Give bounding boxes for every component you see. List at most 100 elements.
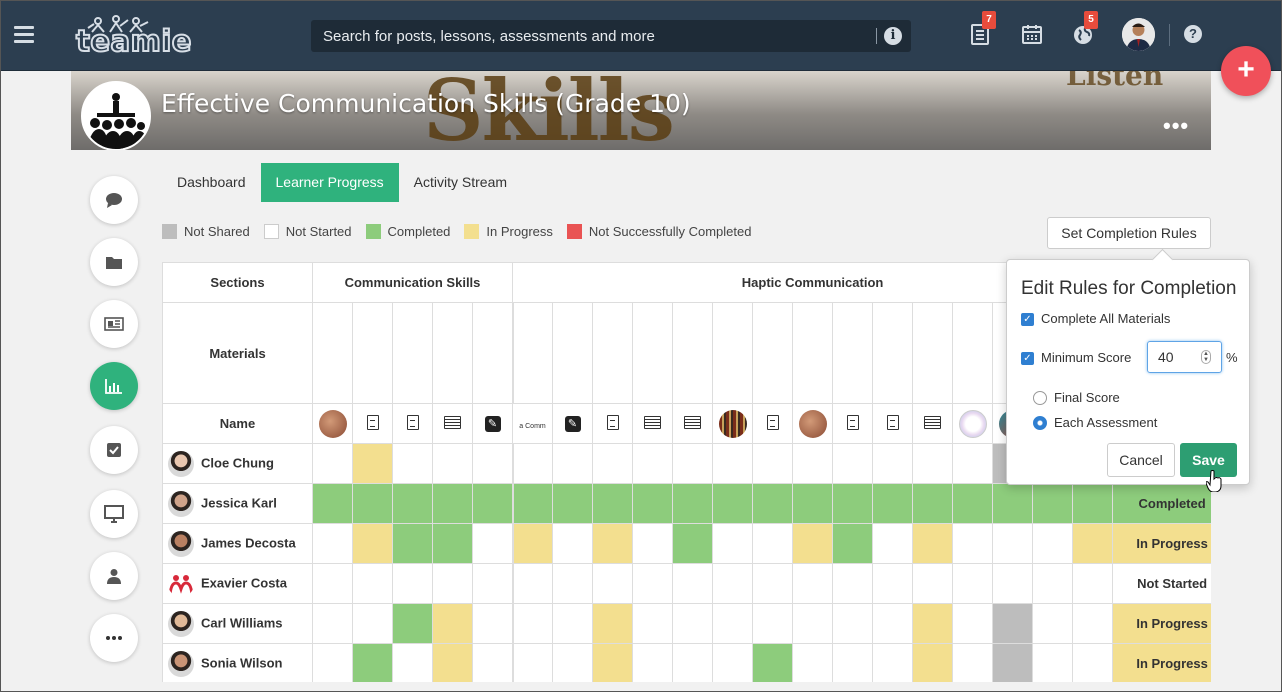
progress-cell[interactable] <box>632 603 674 644</box>
progress-cell[interactable] <box>512 563 554 604</box>
progress-cell[interactable] <box>792 563 834 604</box>
material-header[interactable]: Assignment - ... <box>592 302 634 404</box>
info-icon[interactable]: i <box>884 27 902 45</box>
progress-cell[interactable] <box>632 523 674 564</box>
section-communication-skills[interactable]: Communication Skills <box>311 262 514 303</box>
progress-cell[interactable] <box>632 483 674 524</box>
material-header[interactable]: Assignment - ... <box>392 302 433 404</box>
material-icon-cell[interactable] <box>952 403 994 444</box>
final-score-radio[interactable] <box>1033 391 1047 405</box>
material-icon-cell[interactable] <box>912 403 954 444</box>
cancel-button[interactable]: Cancel <box>1107 443 1175 477</box>
progress-cell[interactable] <box>792 443 834 484</box>
material-header[interactable]: Quiz - Non-ve... <box>432 302 473 404</box>
material-header[interactable]: Offline test ... <box>471 302 514 404</box>
progress-cell[interactable] <box>672 603 714 644</box>
material-icon-cell[interactable] <box>352 403 393 444</box>
progress-cell[interactable] <box>471 563 514 604</box>
progress-cell[interactable] <box>1032 643 1074 682</box>
progress-cell[interactable] <box>992 643 1034 682</box>
progress-cell[interactable] <box>632 443 674 484</box>
progress-cell[interactable] <box>792 603 834 644</box>
teamie-logo[interactable]: teamie <box>75 14 192 57</box>
progress-cell[interactable] <box>992 603 1034 644</box>
user-avatar[interactable] <box>1122 18 1155 51</box>
material-icon-cell[interactable] <box>392 403 433 444</box>
material-icon-cell[interactable] <box>792 403 834 444</box>
learner-name-cell[interactable]: Cloe Chung <box>162 443 313 484</box>
progress-cell[interactable] <box>632 643 674 682</box>
material-header[interactable]: Offline test - ... <box>552 302 594 404</box>
progress-cell[interactable] <box>592 523 634 564</box>
progress-cell[interactable] <box>512 443 554 484</box>
progress-cell[interactable] <box>592 643 634 682</box>
tab-activity-stream[interactable]: Activity Stream <box>399 163 522 202</box>
progress-cell[interactable] <box>632 563 674 604</box>
progress-cell[interactable] <box>392 563 433 604</box>
material-icon-cell[interactable] <box>312 403 353 444</box>
progress-cell[interactable] <box>312 603 353 644</box>
material-icon-cell[interactable] <box>752 403 794 444</box>
progress-cell[interactable] <box>752 563 794 604</box>
each-assessment-radio[interactable] <box>1033 416 1047 430</box>
progress-cell[interactable] <box>312 483 353 524</box>
material-header[interactable]: Quiz - Comm... <box>672 302 714 404</box>
progress-cell[interactable] <box>832 443 874 484</box>
progress-cell[interactable] <box>832 563 874 604</box>
progress-cell[interactable] <box>952 563 994 604</box>
sidebar-display-button[interactable] <box>90 490 138 538</box>
material-icon-cell[interactable] <box>592 403 634 444</box>
progress-cell[interactable] <box>872 483 914 524</box>
progress-cell[interactable] <box>992 563 1034 604</box>
material-header[interactable]: Assignment - ... <box>352 302 393 404</box>
progress-cell[interactable] <box>712 443 754 484</box>
progress-cell[interactable] <box>712 483 754 524</box>
sidebar-tasks-button[interactable] <box>90 426 138 474</box>
material-header[interactable]: Assignment - ... <box>832 302 874 404</box>
material-icon-cell[interactable]: ✎ <box>471 403 514 444</box>
material-header[interactable]: Effective Pres... <box>952 302 994 404</box>
progress-cell[interactable] <box>912 443 954 484</box>
progress-cell[interactable] <box>1032 603 1074 644</box>
material-icon-cell[interactable] <box>832 403 874 444</box>
progress-cell[interactable] <box>872 603 914 644</box>
create-new-button[interactable]: + <box>1221 46 1271 96</box>
progress-cell[interactable] <box>1072 483 1114 524</box>
progress-cell[interactable] <box>1072 643 1114 682</box>
progress-cell[interactable] <box>952 483 994 524</box>
progress-cell[interactable] <box>432 643 473 682</box>
progress-cell[interactable] <box>552 483 594 524</box>
progress-cell[interactable] <box>312 523 353 564</box>
progress-cell[interactable] <box>392 643 433 682</box>
progress-cell[interactable] <box>672 523 714 564</box>
progress-cell[interactable] <box>471 443 514 484</box>
progress-cell[interactable] <box>352 563 393 604</box>
progress-cell[interactable] <box>352 643 393 682</box>
progress-cell[interactable] <box>352 523 393 564</box>
set-completion-rules-button[interactable]: Set Completion Rules <box>1047 217 1211 249</box>
material-header[interactable]: Haptic Comm... <box>512 302 554 404</box>
minimum-score-checkbox[interactable]: ✓ <box>1021 352 1034 365</box>
material-icon-cell[interactable] <box>432 403 473 444</box>
sidebar-files-button[interactable] <box>90 238 138 286</box>
progress-cell[interactable] <box>471 523 514 564</box>
progress-cell[interactable] <box>512 483 554 524</box>
progress-cell[interactable] <box>512 643 554 682</box>
learner-name-cell[interactable]: Jessica Karl <box>162 483 313 524</box>
progress-cell[interactable] <box>552 443 594 484</box>
progress-cell[interactable] <box>872 443 914 484</box>
progress-cell[interactable] <box>432 523 473 564</box>
progress-cell[interactable] <box>552 523 594 564</box>
progress-cell[interactable] <box>992 483 1034 524</box>
learner-name-cell[interactable]: Carl Williams <box>162 603 313 644</box>
complete-all-checkbox[interactable]: ✓ <box>1021 313 1034 326</box>
sidebar-more-button[interactable] <box>90 614 138 662</box>
help-icon[interactable]: ? <box>1184 25 1202 43</box>
material-icon-cell[interactable]: a Comm <box>512 403 554 444</box>
progress-cell[interactable] <box>832 483 874 524</box>
progress-cell[interactable] <box>712 643 754 682</box>
material-icon-cell[interactable] <box>872 403 914 444</box>
progress-cell[interactable] <box>872 643 914 682</box>
sidebar-discussion-button[interactable] <box>90 176 138 224</box>
sidebar-progress-button[interactable] <box>90 362 138 410</box>
